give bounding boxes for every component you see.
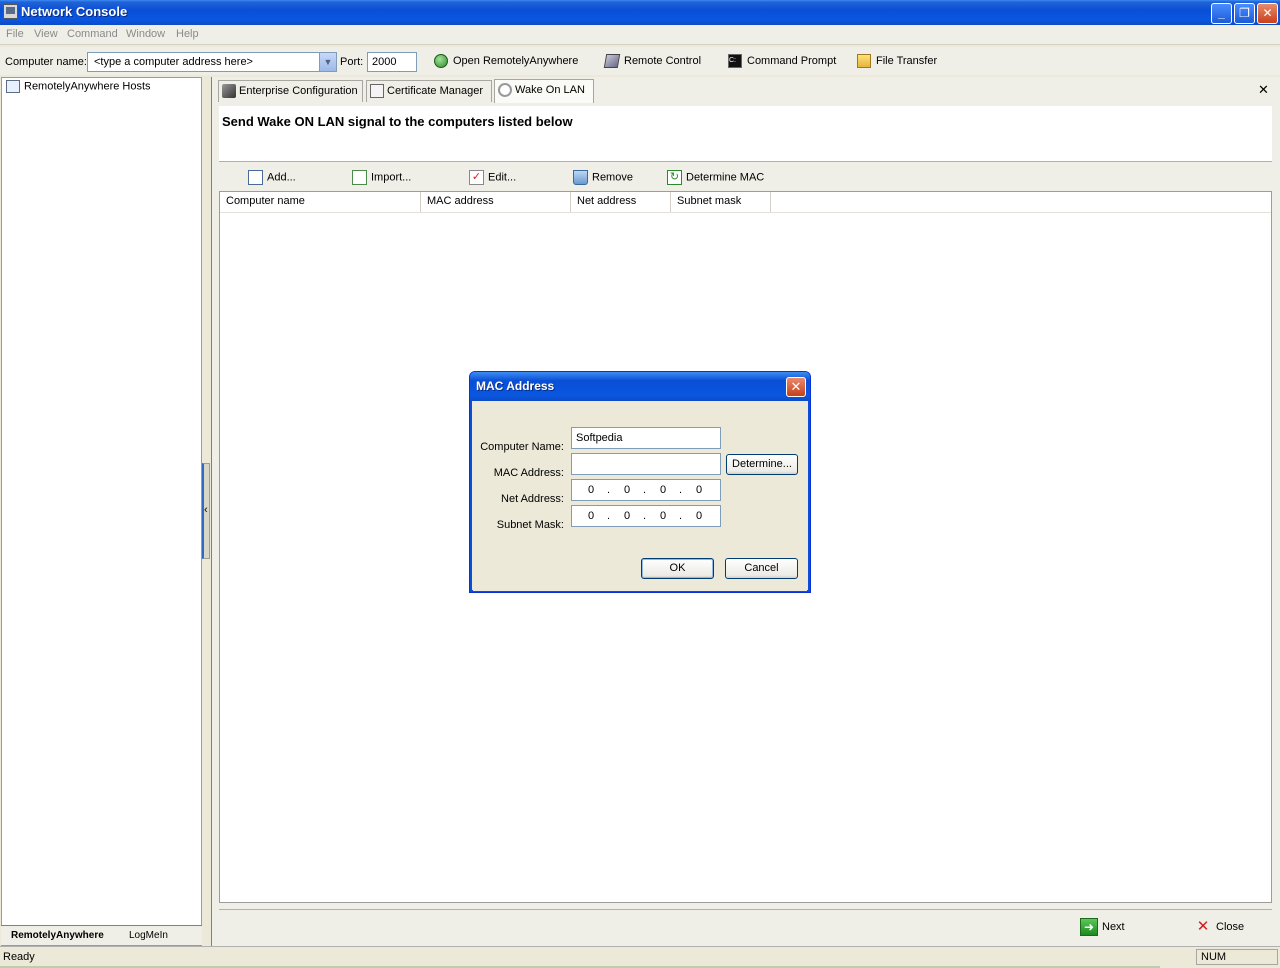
tab-certificate-manager[interactable]: Certificate Manager — [366, 80, 492, 102]
column-subnet-mask[interactable]: Subnet mask — [671, 192, 771, 212]
num-lock-indicator: NUM — [1196, 949, 1278, 965]
menu-window[interactable]: Window — [126, 28, 165, 40]
tab-wake-on-lan[interactable]: Wake On LAN — [494, 79, 594, 103]
close-tab-icon[interactable]: ✕ — [1258, 82, 1269, 98]
close-window-button[interactable]: ✕ — [1257, 3, 1278, 24]
ok-button[interactable]: OK — [641, 558, 714, 579]
pane-splitter[interactable]: ‹ — [202, 463, 210, 559]
computer-name-label: Computer name: — [5, 56, 87, 68]
minimize-button[interactable]: _ — [1211, 3, 1232, 24]
remove-button[interactable]: Remove — [573, 170, 633, 185]
open-remotelyanywhere-button[interactable]: Open RemotelyAnywhere — [434, 54, 578, 72]
title-bar: Network Console _ ❐ ✕ — [0, 0, 1280, 25]
chevron-left-icon[interactable]: ‹ — [204, 504, 208, 516]
file-transfer-button[interactable]: File Transfer — [857, 54, 937, 72]
menu-help[interactable]: Help — [176, 28, 199, 40]
arrow-right-icon: ➜ — [1080, 918, 1098, 936]
column-mac-address[interactable]: MAC address — [421, 192, 571, 212]
net-address-field[interactable]: 0 . 0 . 0 . 0 — [571, 479, 721, 501]
tab-remotelyanywhere[interactable]: RemotelyAnywhere — [11, 930, 104, 941]
net-octet-1: 0 — [588, 484, 595, 496]
port-label: Port: — [340, 56, 364, 68]
wol-heading-panel: Send Wake ON LAN signal to the computers… — [219, 106, 1272, 162]
close-button[interactable]: ✕ Close — [1194, 918, 1244, 936]
recycle-bin-icon — [573, 170, 588, 185]
dialog-title: MAC Address — [476, 379, 555, 393]
add-document-icon — [248, 170, 263, 185]
command-prompt-button[interactable]: C: Command Prompt — [728, 54, 836, 72]
determine-button[interactable]: Determine... — [726, 454, 798, 475]
subnet-mask-field[interactable]: 0 . 0 . 0 . 0 — [571, 505, 721, 527]
remote-control-icon — [603, 54, 621, 68]
globe-icon — [434, 54, 448, 68]
computer-name-value: <type a computer address here> — [94, 56, 253, 68]
certificate-icon — [370, 84, 384, 98]
menu-view[interactable]: View — [34, 28, 58, 40]
clock-icon — [498, 83, 512, 97]
folder-icon — [857, 54, 871, 68]
mac-address-field-label: MAC Address: — [493, 467, 564, 479]
dialog-close-icon[interactable]: ✕ — [786, 377, 806, 397]
computer-name-field-label: Computer Name: — [480, 441, 564, 453]
column-net-address[interactable]: Net address — [571, 192, 671, 212]
menu-command[interactable]: Command — [67, 28, 118, 40]
window-title: Network Console — [21, 4, 128, 19]
cancel-button[interactable]: Cancel — [725, 558, 798, 579]
add-button[interactable]: Add... — [248, 170, 296, 185]
status-text: Ready — [3, 951, 35, 963]
net-octet-2: 0 — [624, 484, 631, 496]
net-octet-4: 0 — [696, 484, 703, 496]
menu-bar: File View Command Window Help — [0, 25, 1280, 45]
header-divider — [220, 212, 1271, 213]
import-icon — [352, 170, 367, 185]
mac-address-dialog: MAC Address ✕ Computer Name: Softpedia M… — [469, 371, 811, 593]
chevron-down-icon[interactable]: ▼ — [319, 53, 336, 71]
computer-name-combo[interactable]: <type a computer address here> ▼ — [87, 52, 337, 72]
net-address-field-label: Net Address: — [501, 493, 564, 505]
mac-address-field[interactable] — [571, 453, 721, 475]
refresh-icon: ↻ — [667, 170, 682, 185]
column-computer-name[interactable]: Computer name — [220, 192, 421, 212]
status-bar: Ready NUM — [0, 946, 1280, 968]
dialog-title-bar[interactable]: MAC Address — [470, 372, 810, 401]
hosts-tree-pane: RemotelyAnywhere Hosts — [1, 77, 202, 946]
remote-control-button[interactable]: Remote Control — [603, 54, 701, 72]
restore-button[interactable]: ❐ — [1234, 3, 1255, 24]
subnet-octet-3: 0 — [660, 510, 667, 522]
subnet-octet-1: 0 — [588, 510, 595, 522]
hosts-icon — [6, 80, 20, 93]
computer-name-field[interactable]: Softpedia — [571, 427, 721, 449]
tab-logmein[interactable]: LogMeIn — [129, 930, 168, 941]
next-button[interactable]: ➜ Next — [1080, 918, 1125, 936]
determine-mac-button[interactable]: ↻ Determine MAC — [667, 170, 764, 185]
tree-item-remotelyanywhere-hosts[interactable]: RemotelyAnywhere Hosts — [6, 80, 151, 93]
wol-heading: Send Wake ON LAN signal to the computers… — [222, 114, 573, 129]
port-input[interactable]: 2000 — [367, 52, 417, 72]
app-icon — [3, 4, 18, 19]
list-toolbar: Add... Import... ✓ Edit... Remove ↻ Determ… — [219, 167, 1272, 191]
subnet-octet-4: 0 — [696, 510, 703, 522]
dialog-body: Computer Name: Softpedia MAC Address: De… — [473, 401, 807, 591]
subnet-mask-field-label: Subnet Mask: — [496, 519, 564, 531]
wrench-icon — [222, 84, 236, 98]
net-octet-3: 0 — [660, 484, 667, 496]
tab-enterprise-configuration[interactable]: Enterprise Configuration — [218, 80, 363, 102]
subnet-octet-2: 0 — [624, 510, 631, 522]
edit-button[interactable]: ✓ Edit... — [469, 170, 516, 185]
close-x-icon: ✕ — [1196, 918, 1210, 935]
bottom-tab-strip: RemotelyAnywhere LogMeIn — [1, 925, 202, 945]
footer-divider — [219, 909, 1272, 910]
import-button[interactable]: Import... — [352, 170, 411, 185]
menu-file[interactable]: File — [6, 28, 24, 40]
terminal-icon: C: — [728, 54, 742, 68]
edit-checkmark-icon: ✓ — [469, 170, 484, 185]
